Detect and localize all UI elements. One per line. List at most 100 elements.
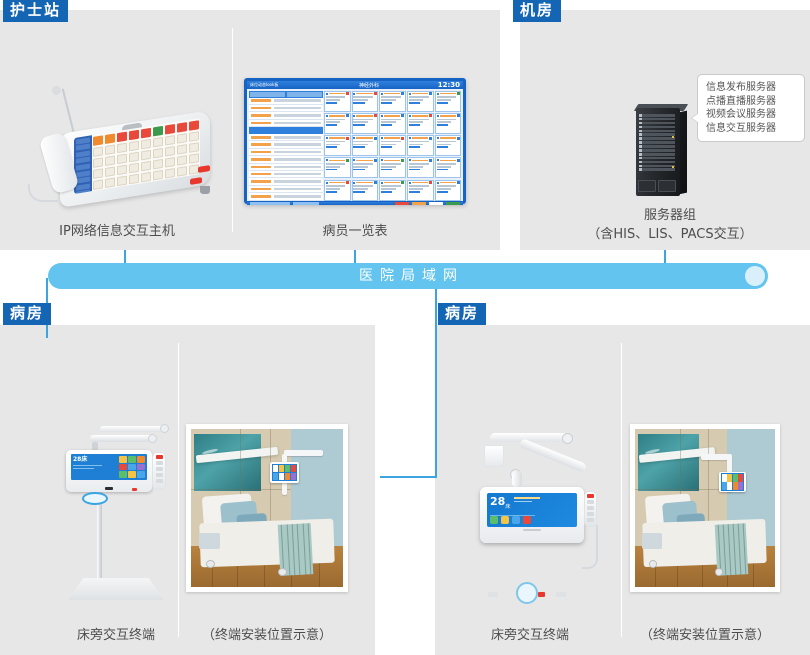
patient-card	[407, 179, 434, 201]
wall-artwork	[637, 433, 700, 491]
ward-photo-left	[186, 424, 348, 592]
ward-photo-right	[630, 424, 780, 592]
patient-card	[407, 157, 434, 179]
screen-app-tiles	[117, 454, 147, 480]
caption-install-position-left: （终端安装位置示意）	[201, 628, 332, 643]
terminal-support-arm	[283, 449, 324, 456]
screen-title-area	[514, 496, 541, 502]
bed-number-unit: 床	[505, 504, 511, 511]
bed-side-rail	[198, 533, 220, 550]
board-summary-table	[248, 90, 323, 201]
arm-joint	[148, 434, 157, 443]
patient-card	[379, 135, 407, 157]
home-button[interactable]	[105, 487, 113, 490]
patient-card	[434, 112, 462, 134]
connector-lan-to-ward-right	[435, 278, 437, 478]
zone-badge-server-room: 机房	[513, 0, 562, 22]
board-clock: 12:30	[437, 81, 460, 89]
patient-card	[379, 112, 407, 134]
table-row	[248, 120, 323, 128]
caption-bedside-terminal-left: 床旁交互终端	[76, 628, 155, 643]
display-screen: 床位动态look板 神经外科 12:30	[247, 81, 463, 205]
highlight-ring	[82, 492, 108, 505]
table-row	[248, 164, 323, 172]
panel-divider	[232, 28, 233, 232]
server-roles-callout: 信息发布服务器 点播直播服务器 视频会议服务器 信息交互服务器	[691, 74, 805, 142]
patient-card	[434, 179, 462, 201]
bed-number-label: 28床	[73, 456, 88, 463]
function-button[interactable]	[556, 592, 566, 597]
table-row	[248, 134, 323, 142]
ip-network-console-device	[22, 86, 212, 208]
wall-terminal-in-room	[270, 462, 299, 483]
patient-card	[324, 112, 351, 134]
summary-section-header	[248, 127, 323, 135]
terminal-screen	[271, 463, 298, 482]
patient-card	[379, 179, 407, 201]
table-row	[248, 186, 323, 194]
caption-server-group-sub: （含HIS、LIS、PACS交互）	[587, 227, 753, 242]
lan-endpoint-cap	[745, 266, 765, 286]
emergency-call-button[interactable]	[538, 592, 545, 597]
board-header-department: 神经外科	[358, 82, 379, 89]
pendant-cord	[582, 525, 598, 569]
support-arm-lower	[90, 435, 154, 442]
arm-joint	[160, 424, 169, 433]
board-legend	[247, 202, 463, 205]
emergency-call-button[interactable]	[132, 488, 137, 491]
patient-list-display: 床位动态look板 神经外科 12:30	[244, 78, 466, 205]
brand-logo	[523, 529, 541, 531]
zone-badge-ward-right: 病房	[438, 303, 487, 325]
rack-power-supplies	[638, 180, 676, 192]
terminal-screen: 28床	[487, 493, 577, 527]
board-header-time: 12:30	[416, 81, 460, 89]
hospital-lan-bar: 医院局域网	[48, 263, 768, 289]
console-foot	[200, 186, 210, 194]
rack-status-led	[672, 166, 674, 168]
zone-badge-nurse-station: 护士站	[3, 0, 69, 22]
patient-card	[324, 135, 351, 157]
photo-content	[635, 429, 775, 587]
table-row	[248, 98, 323, 105]
terminal-screen	[720, 473, 745, 491]
patient-card	[351, 90, 379, 112]
bed-side-rail	[642, 533, 662, 550]
board-header-left: 床位动态look板	[250, 82, 279, 87]
handset-cord	[28, 184, 58, 202]
table-row	[248, 105, 323, 113]
patient-card	[434, 157, 462, 179]
server-rack-device	[628, 104, 689, 200]
stand-base	[68, 578, 164, 600]
callout-item: 视频会议服务器	[706, 109, 776, 120]
wall-seam	[191, 489, 292, 491]
screen-top-row: 28床	[490, 496, 574, 513]
wall-seam	[635, 489, 728, 491]
caption-ip-host: IP网络信息交互主机	[59, 224, 175, 239]
bed-wheel	[714, 568, 724, 576]
wall-mount-plate	[484, 445, 504, 467]
caption-bedside-terminal-right: 床旁交互终端	[490, 628, 569, 643]
patient-card	[407, 112, 434, 134]
table-row	[248, 156, 323, 164]
callout-item: 信息交互服务器	[706, 122, 776, 134]
wall-terminal-in-room	[719, 471, 746, 493]
patient-card	[351, 112, 379, 134]
summary-table-header	[248, 90, 323, 98]
screen-app-icons	[490, 516, 574, 524]
patient-card	[351, 179, 379, 201]
rack-status-led	[672, 136, 674, 138]
support-arm-upper	[100, 426, 168, 432]
bed-wheel	[277, 568, 287, 576]
patient-card	[324, 157, 351, 179]
table-row	[248, 112, 323, 120]
microphone-head-icon	[52, 86, 61, 95]
hospital-lan-label: 医院局域网	[359, 268, 464, 284]
highlight-ring	[516, 582, 538, 604]
caption-patient-board: 病员一览表	[322, 224, 388, 239]
terminal-housing: 28床	[66, 450, 152, 492]
patient-card	[351, 157, 379, 179]
function-button[interactable]	[488, 592, 498, 597]
terminal-screen: 28床	[71, 454, 147, 480]
terminal-housing: 28床	[480, 487, 584, 543]
bed-number-label: 28床	[490, 496, 510, 513]
